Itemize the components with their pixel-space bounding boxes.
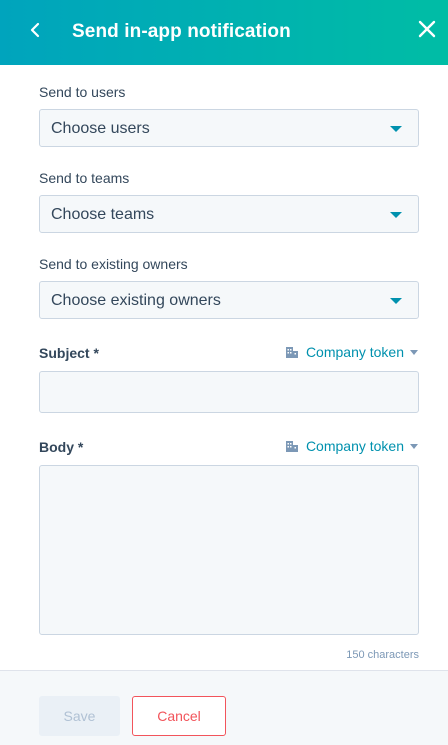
building-icon (285, 439, 299, 453)
form-body: Send to users Choose users Send to teams… (0, 65, 448, 670)
cancel-button[interactable]: Cancel (132, 696, 226, 736)
close-button[interactable] (414, 18, 440, 44)
caret-down-icon (410, 349, 418, 355)
panel-title: Send in-app notification (72, 21, 291, 42)
body-company-token-label: Company token (305, 438, 404, 454)
building-icon (285, 345, 299, 359)
back-button[interactable] (22, 19, 48, 45)
send-to-teams-select[interactable]: Choose teams (39, 195, 419, 233)
subject-input[interactable] (39, 371, 419, 413)
send-to-owners-label: Send to existing owners (39, 256, 188, 272)
body-textarea[interactable] (39, 465, 419, 635)
caret-down-icon (390, 212, 402, 218)
subject-label: Subject * (39, 345, 99, 361)
send-to-teams-label: Send to teams (39, 170, 130, 186)
caret-down-icon (410, 443, 418, 449)
send-to-owners-value: Choose existing owners (51, 292, 221, 309)
send-to-teams-value: Choose teams (51, 206, 155, 223)
caret-down-icon (390, 126, 402, 132)
send-to-users-select[interactable]: Choose users (39, 109, 419, 147)
chevron-left-icon (29, 22, 41, 43)
body-character-count: 150 characters (346, 649, 419, 661)
subject-company-token-label: Company token (305, 344, 404, 360)
save-button[interactable]: Save (39, 696, 120, 736)
panel-footer: Save Cancel (0, 670, 448, 745)
subject-company-token-button[interactable]: Company token (285, 344, 418, 360)
caret-down-icon (390, 298, 402, 304)
body-label: Body * (39, 439, 84, 455)
body-company-token-button[interactable]: Company token (285, 438, 418, 454)
send-to-users-value: Choose users (51, 120, 150, 137)
send-to-owners-select[interactable]: Choose existing owners (39, 281, 419, 319)
close-icon (418, 20, 436, 43)
send-to-users-label: Send to users (39, 84, 126, 100)
panel-header: Send in-app notification (0, 0, 448, 65)
